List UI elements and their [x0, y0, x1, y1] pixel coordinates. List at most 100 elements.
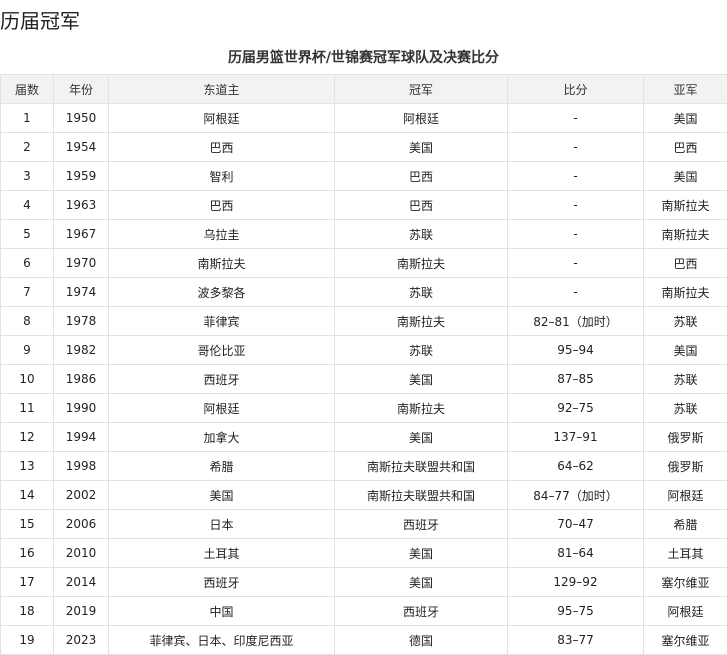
score-cell: 81–64 [507, 538, 644, 568]
champion-cell: 巴西 [334, 161, 508, 191]
edition-cell: 13 [0, 451, 54, 481]
header-score: 比分 [507, 74, 644, 104]
table-row: 13 1998 希腊 南斯拉夫联盟共和国 64–62 俄罗斯 [0, 451, 727, 481]
table-row: 12 1994 加拿大 美国 137–91 俄罗斯 [0, 422, 727, 452]
champion-cell: 西班牙 [334, 596, 508, 626]
edition-cell: 9 [0, 335, 54, 365]
host-cell: 巴西 [108, 190, 335, 220]
host-cell: 美国 [108, 480, 335, 510]
score-cell: - [507, 103, 644, 133]
champion-cell: 南斯拉夫联盟共和国 [334, 451, 508, 481]
champions-table: 届数 年份 东道主 冠军 比分 亚军 1 1950 阿根廷 阿根廷 - 美国 2 1954 巴西… [0, 74, 727, 655]
table-row: 6 1970 南斯拉夫 南斯拉夫 - 巴西 [0, 248, 727, 278]
header-edition: 届数 [0, 74, 54, 104]
table-row: 14 2002 美国 南斯拉夫联盟共和国 84–77（加时） 阿根廷 [0, 480, 727, 510]
score-cell: 87–85 [507, 364, 644, 394]
runner-up-cell: 苏联 [643, 364, 727, 394]
table-header-row: 届数 年份 东道主 冠军 比分 亚军 [0, 74, 727, 104]
edition-cell: 15 [0, 509, 54, 539]
champion-cell: 苏联 [334, 219, 508, 249]
score-cell: 84–77（加时） [507, 480, 644, 510]
year-cell: 1959 [53, 161, 109, 191]
table-row: 2 1954 巴西 美国 - 巴西 [0, 132, 727, 162]
table-row: 11 1990 阿根廷 南斯拉夫 92–75 苏联 [0, 393, 727, 423]
edition-cell: 11 [0, 393, 54, 423]
edition-cell: 2 [0, 132, 54, 162]
table-row: 8 1978 菲律宾 南斯拉夫 82–81（加时） 苏联 [0, 306, 727, 336]
runner-up-cell: 塞尔维亚 [643, 567, 727, 597]
host-cell: 阿根廷 [108, 393, 335, 423]
edition-cell: 17 [0, 567, 54, 597]
score-cell: 82–81（加时） [507, 306, 644, 336]
host-cell: 土耳其 [108, 538, 335, 568]
edition-cell: 18 [0, 596, 54, 626]
runner-up-cell: 俄罗斯 [643, 422, 727, 452]
host-cell: 乌拉圭 [108, 219, 335, 249]
host-cell: 南斯拉夫 [108, 248, 335, 278]
champion-cell: 苏联 [334, 277, 508, 307]
champion-cell: 阿根廷 [334, 103, 508, 133]
year-cell: 1970 [53, 248, 109, 278]
header-year: 年份 [53, 74, 109, 104]
edition-cell: 5 [0, 219, 54, 249]
table-row: 7 1974 波多黎各 苏联 - 南斯拉夫 [0, 277, 727, 307]
edition-cell: 4 [0, 190, 54, 220]
champion-cell: 美国 [334, 364, 508, 394]
runner-up-cell: 俄罗斯 [643, 451, 727, 481]
runner-up-cell: 南斯拉夫 [643, 190, 727, 220]
year-cell: 1994 [53, 422, 109, 452]
host-cell: 波多黎各 [108, 277, 335, 307]
score-cell: 129–92 [507, 567, 644, 597]
edition-cell: 19 [0, 625, 54, 655]
year-cell: 1963 [53, 190, 109, 220]
year-cell: 1967 [53, 219, 109, 249]
runner-up-cell: 阿根廷 [643, 596, 727, 626]
runner-up-cell: 苏联 [643, 393, 727, 423]
champion-cell: 美国 [334, 567, 508, 597]
score-cell: 70–47 [507, 509, 644, 539]
runner-up-cell: 南斯拉夫 [643, 219, 727, 249]
year-cell: 2006 [53, 509, 109, 539]
year-cell: 1978 [53, 306, 109, 336]
year-cell: 1986 [53, 364, 109, 394]
table-body: 1 1950 阿根廷 阿根廷 - 美国 2 1954 巴西 美国 - 巴西 3 1959 智利 巴西 - 美国 4 1… [0, 103, 727, 655]
section-title: 历届冠军 [0, 9, 80, 33]
score-cell: - [507, 161, 644, 191]
host-cell: 加拿大 [108, 422, 335, 452]
table-row: 9 1982 哥伦比亚 苏联 95–94 美国 [0, 335, 727, 365]
score-cell: 95–94 [507, 335, 644, 365]
edition-cell: 3 [0, 161, 54, 191]
table-row: 10 1986 西班牙 美国 87–85 苏联 [0, 364, 727, 394]
score-cell: 92–75 [507, 393, 644, 423]
edition-cell: 16 [0, 538, 54, 568]
header-host: 东道主 [108, 74, 335, 104]
champion-cell: 美国 [334, 422, 508, 452]
table-row: 16 2010 土耳其 美国 81–64 土耳其 [0, 538, 727, 568]
runner-up-cell: 美国 [643, 103, 727, 133]
year-cell: 2019 [53, 596, 109, 626]
table-row: 4 1963 巴西 巴西 - 南斯拉夫 [0, 190, 727, 220]
table-row: 15 2006 日本 西班牙 70–47 希腊 [0, 509, 727, 539]
runner-up-cell: 希腊 [643, 509, 727, 539]
year-cell: 1982 [53, 335, 109, 365]
champion-cell: 苏联 [334, 335, 508, 365]
host-cell: 菲律宾 [108, 306, 335, 336]
score-cell: - [507, 248, 644, 278]
score-cell: 95–75 [507, 596, 644, 626]
header-runner-up: 亚军 [643, 74, 727, 104]
year-cell: 1974 [53, 277, 109, 307]
year-cell: 2002 [53, 480, 109, 510]
score-cell: 83–77 [507, 625, 644, 655]
host-cell: 中国 [108, 596, 335, 626]
year-cell: 2010 [53, 538, 109, 568]
year-cell: 1998 [53, 451, 109, 481]
year-cell: 1950 [53, 103, 109, 133]
champion-cell: 西班牙 [334, 509, 508, 539]
edition-cell: 1 [0, 103, 54, 133]
header-champion: 冠军 [334, 74, 508, 104]
champion-cell: 南斯拉夫联盟共和国 [334, 480, 508, 510]
score-cell: - [507, 190, 644, 220]
champion-cell: 南斯拉夫 [334, 248, 508, 278]
runner-up-cell: 南斯拉夫 [643, 277, 727, 307]
runner-up-cell: 美国 [643, 335, 727, 365]
